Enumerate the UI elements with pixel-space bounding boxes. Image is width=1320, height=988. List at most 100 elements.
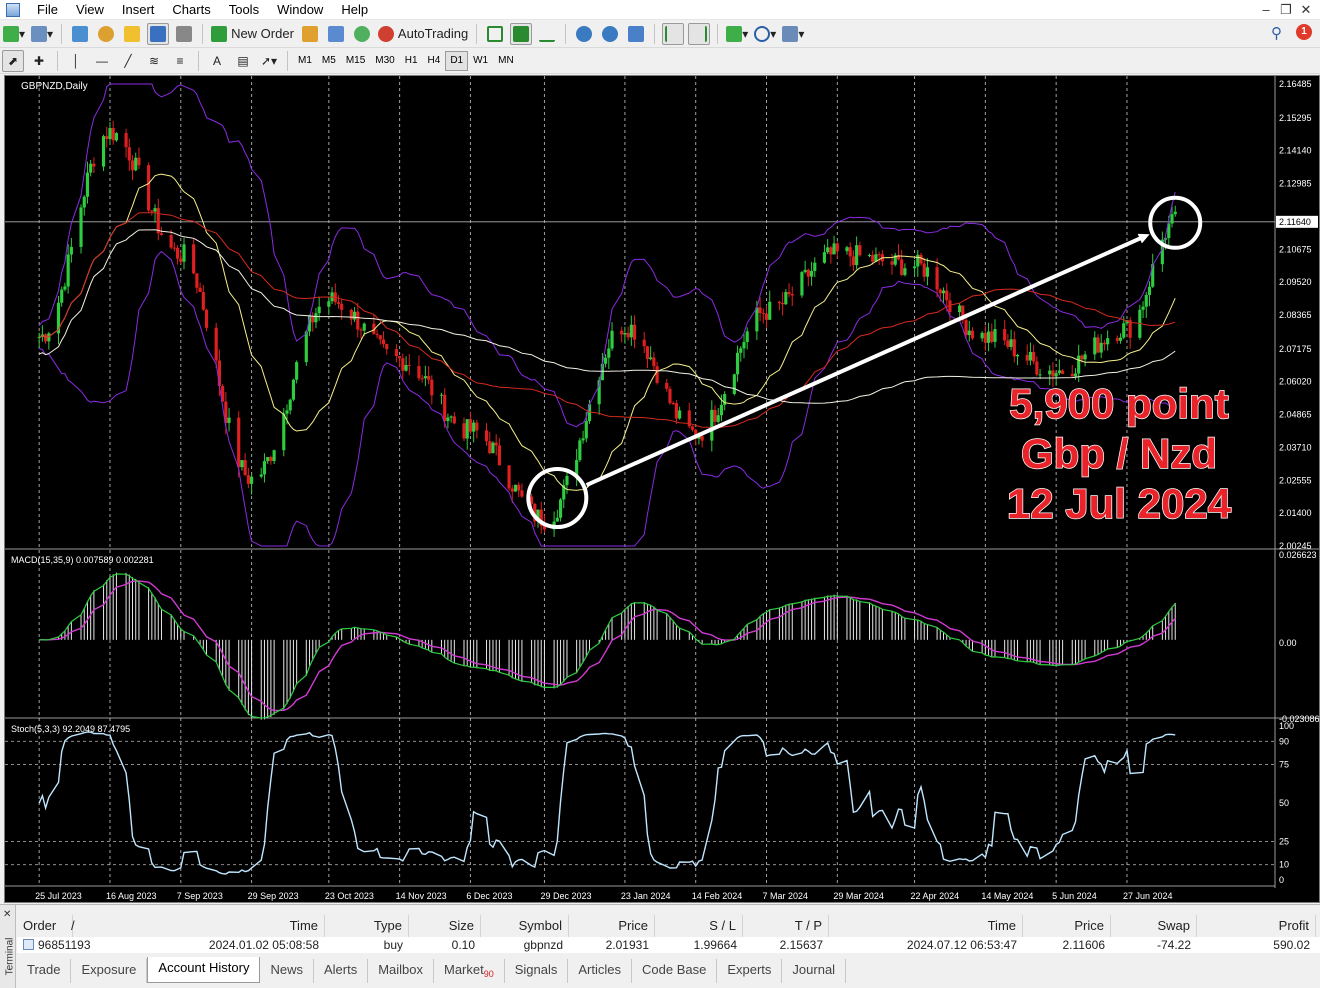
signals-button[interactable] [351, 23, 373, 45]
price-tick-label: 2.03710 [1279, 442, 1312, 452]
col-tp[interactable]: T / P [743, 915, 829, 937]
search-icon[interactable]: ⚲ [1271, 24, 1282, 42]
navigator-button[interactable] [121, 23, 143, 45]
autotrading-button[interactable]: AutoTrading [377, 23, 469, 45]
candle-body [349, 309, 353, 320]
tab-trade[interactable]: Trade [17, 959, 72, 983]
col-sl[interactable]: S / L [655, 915, 743, 937]
templates-button[interactable]: ▾ [781, 23, 805, 45]
vertical-line-button[interactable]: │ [65, 50, 87, 72]
notification-badge[interactable]: 1 [1296, 24, 1312, 40]
tab-articles[interactable]: Articles [568, 959, 633, 983]
text-button[interactable]: A [206, 50, 228, 72]
tab-journal[interactable]: Journal [782, 959, 847, 983]
tester-button[interactable] [173, 23, 195, 45]
tab-alerts[interactable]: Alerts [314, 959, 369, 983]
col-profit[interactable]: Profit [1197, 915, 1316, 937]
candle-body [1028, 351, 1032, 361]
menu-tools[interactable]: Tools [220, 0, 268, 20]
indicators-button[interactable]: ▾ [725, 23, 749, 45]
cursor-button[interactable]: ⬈ [2, 49, 24, 72]
col-type[interactable]: Type [325, 915, 409, 937]
line-chart-button[interactable] [536, 23, 558, 45]
menu-charts[interactable]: Charts [163, 0, 219, 20]
candle-body [175, 247, 180, 259]
terminal-button[interactable] [147, 22, 170, 45]
data-window-button[interactable] [95, 23, 117, 45]
candle-body [259, 474, 263, 477]
auto-scroll-button[interactable] [662, 22, 685, 45]
timeframe-m1[interactable]: M1 [293, 51, 317, 71]
menu-window[interactable]: Window [268, 0, 332, 20]
channel-button[interactable]: ≋ [143, 50, 165, 72]
new-chart-button[interactable]: ▾ [2, 23, 26, 45]
timeframe-d1[interactable]: D1 [445, 50, 469, 71]
restore-icon[interactable]: ❐ [1276, 2, 1296, 18]
tab-code-base[interactable]: Code Base [632, 959, 718, 983]
col-open-price[interactable]: Price [569, 915, 655, 937]
terminal-close-icon[interactable]: ✕ [3, 909, 11, 920]
table-row[interactable]: 96851193 2024.01.02 05:08:58 buy 0.10 gb… [17, 937, 1320, 953]
tab-signals[interactable]: Signals [505, 959, 569, 983]
text-label-button[interactable]: ▤ [232, 50, 254, 72]
chart-shift-button[interactable] [688, 22, 711, 45]
candle-body [1048, 370, 1052, 375]
timeframe-w1[interactable]: W1 [468, 51, 493, 71]
timeframe-m30[interactable]: M30 [370, 51, 399, 71]
zoom-in-button[interactable] [573, 23, 595, 45]
candle-body [925, 267, 930, 277]
col-swap[interactable]: Swap [1111, 915, 1197, 937]
new-order-button[interactable]: New Order [210, 23, 295, 45]
arrows-button[interactable]: ➚▾ [258, 50, 280, 72]
timeframe-mn[interactable]: MN [493, 51, 519, 71]
timeframe-h1[interactable]: H1 [400, 51, 423, 71]
menu-file[interactable]: File [28, 0, 67, 20]
tab-market[interactable]: Market90 [434, 959, 505, 983]
candle-body [340, 303, 344, 310]
timeframe-m5[interactable]: M5 [317, 51, 341, 71]
col-symbol[interactable]: Symbol [481, 915, 569, 937]
tab-exposure[interactable]: Exposure [71, 959, 148, 983]
col-size[interactable]: Size [409, 915, 481, 937]
tile-windows-button[interactable] [625, 23, 647, 45]
date-tick-label: 29 Mar 2024 [833, 891, 884, 901]
close-icon[interactable]: ✕ [1296, 2, 1316, 18]
candle-body [147, 165, 151, 211]
trendline-button[interactable]: ╱ [117, 50, 139, 72]
bar-chart-button[interactable] [484, 23, 506, 45]
market-watch-button[interactable] [69, 23, 91, 45]
minimize-icon[interactable]: – [1256, 2, 1276, 18]
profiles-button[interactable]: ▾ [30, 23, 54, 45]
metaeditor-button[interactable] [299, 23, 321, 45]
tab-account-history[interactable]: Account History [147, 957, 261, 983]
col-close-time[interactable]: Time [829, 915, 1023, 937]
candle-body [172, 247, 176, 249]
periods-button[interactable]: ▾ [753, 23, 777, 45]
separator [202, 23, 204, 44]
timeframe-m15[interactable]: M15 [341, 51, 370, 71]
menu-help[interactable]: Help [332, 0, 377, 20]
tab-experts[interactable]: Experts [717, 959, 783, 983]
candlestick-button[interactable] [510, 22, 533, 45]
crosshair-button[interactable]: ✚ [28, 50, 50, 72]
candle-body [578, 440, 582, 461]
fibonacci-button[interactable]: ≡ [169, 50, 191, 72]
tab-mailbox[interactable]: Mailbox [368, 959, 434, 983]
candle-body [430, 379, 434, 396]
zoom-out-button[interactable] [599, 23, 621, 45]
col-sort[interactable]: / [65, 915, 85, 937]
chart-window[interactable]: 25 Jul 2023 16 Aug 2023 7 Sep 2023 29 Sep 2… [4, 75, 1320, 903]
menu-view[interactable]: View [67, 0, 113, 20]
candle-body [784, 292, 788, 305]
tab-news[interactable]: News [260, 959, 314, 983]
separator [57, 50, 58, 71]
candle-body [1099, 342, 1103, 353]
candle-body [130, 160, 135, 171]
chat-button[interactable] [325, 23, 347, 45]
timeframe-h4[interactable]: H4 [423, 51, 446, 71]
candle-body [520, 490, 524, 497]
horizontal-line-button[interactable]: — [91, 50, 113, 72]
col-close-price[interactable]: Price [1023, 915, 1111, 937]
col-open-time[interactable]: Time [129, 915, 325, 937]
menu-insert[interactable]: Insert [113, 0, 164, 20]
